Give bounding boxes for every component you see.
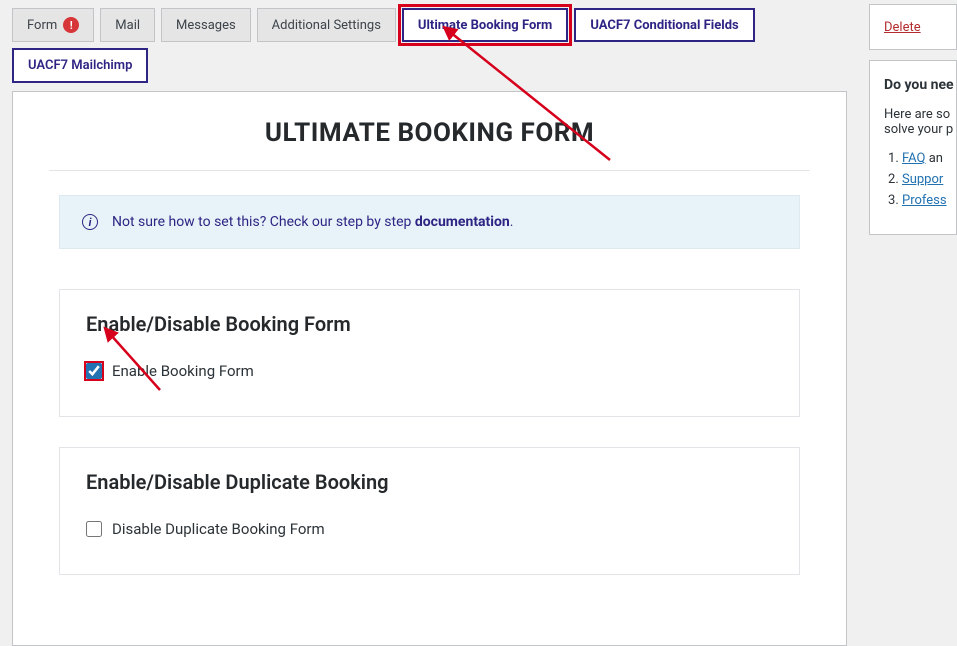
help-text: Here are so solve your p — [884, 107, 946, 137]
delete-link[interactable]: Delete — [884, 20, 921, 35]
section-enable-booking: Enable/Disable Booking Form Enable Booki… — [59, 289, 800, 417]
enable-booking-row[interactable]: Enable Booking Form — [86, 362, 773, 380]
tab-messages[interactable]: Messages — [161, 8, 251, 42]
section-duplicate-heading: Enable/Disable Duplicate Booking — [86, 470, 773, 494]
info-icon: i — [82, 214, 98, 230]
help-item-professional: Profess — [902, 193, 946, 208]
help-item-support: Suppor — [902, 172, 946, 187]
tabs-row: Form ! Mail Messages Additional Settings… — [0, 0, 957, 42]
notice-prefix: Not sure how to set this? Check our step… — [112, 214, 415, 230]
help-title: Do you nee — [884, 77, 946, 93]
tabs-row-2: UACF7 Mailchimp — [0, 48, 957, 83]
help-box: Do you nee Here are so solve your p FAQ … — [869, 60, 957, 235]
disable-duplicate-row[interactable]: Disable Duplicate Booking Form — [86, 520, 773, 538]
enable-booking-label: Enable Booking Form — [112, 362, 254, 380]
tab-ultimate-booking-form[interactable]: Ultimate Booking Form — [402, 8, 568, 42]
support-link[interactable]: Suppor — [902, 172, 943, 187]
faq-link[interactable]: FAQ — [902, 151, 925, 166]
main-area: ULTIMATE BOOKING FORM i Not sure how to … — [0, 83, 957, 646]
settings-panel: ULTIMATE BOOKING FORM i Not sure how to … — [12, 91, 847, 646]
tab-form-label: Form — [27, 18, 57, 33]
enable-booking-checkbox[interactable] — [86, 363, 102, 379]
disable-duplicate-checkbox[interactable] — [86, 521, 102, 537]
page-title: ULTIMATE BOOKING FORM — [49, 118, 810, 148]
disable-duplicate-label: Disable Duplicate Booking Form — [112, 520, 325, 538]
sidebar: Delete Do you nee Here are so solve your… — [869, 0, 957, 235]
notice-text: Not sure how to set this? Check our step… — [112, 214, 513, 230]
help-item-faq: FAQ an — [902, 151, 946, 166]
tab-conditional-fields[interactable]: UACF7 Conditional Fields — [574, 8, 754, 42]
info-notice: i Not sure how to set this? Check our st… — [59, 195, 800, 249]
professional-link[interactable]: Profess — [902, 193, 947, 208]
delete-box: Delete — [869, 4, 957, 50]
tab-additional-settings[interactable]: Additional Settings — [257, 8, 396, 42]
tab-form[interactable]: Form ! — [12, 8, 94, 42]
alert-icon: ! — [63, 17, 79, 33]
documentation-link[interactable]: documentation — [415, 214, 510, 230]
divider — [49, 170, 810, 171]
tab-mailchimp[interactable]: UACF7 Mailchimp — [12, 48, 148, 83]
section-duplicate-booking: Enable/Disable Duplicate Booking Disable… — [59, 447, 800, 575]
section-enable-booking-heading: Enable/Disable Booking Form — [86, 312, 773, 336]
help-list: FAQ an Suppor Profess — [884, 151, 946, 208]
notice-suffix: . — [510, 214, 514, 230]
tab-mail[interactable]: Mail — [100, 8, 155, 42]
